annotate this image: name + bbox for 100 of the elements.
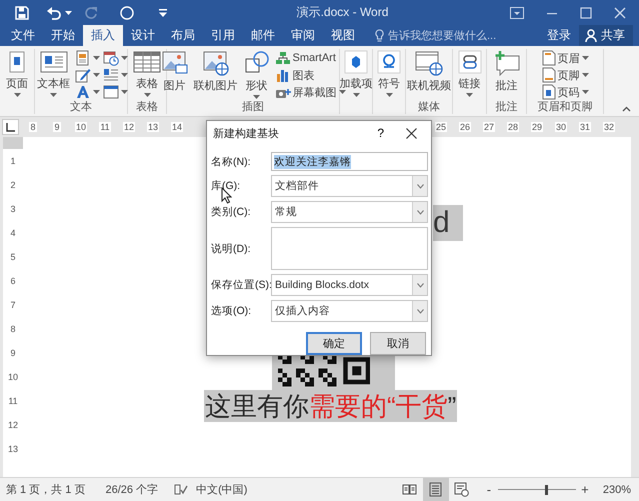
ruler-number: 9 — [53, 122, 60, 132]
ribbon-icon-button[interactable] — [74, 50, 101, 66]
ribbon-icon-button[interactable] — [102, 84, 129, 100]
ribbon-button[interactable]: 联机图片 — [192, 49, 240, 94]
view-button[interactable] — [422, 478, 449, 501]
slider-thumb[interactable] — [544, 484, 548, 494]
ruler-number: 28 — [506, 122, 519, 132]
circle-icon[interactable] — [120, 6, 134, 20]
maximize-icon[interactable] — [580, 6, 592, 18]
tell-me-field[interactable]: 告诉我您想要做什么... — [388, 30, 506, 42]
zoom-out-button[interactable]: - — [482, 482, 495, 497]
help-button[interactable]: ? — [377, 126, 384, 140]
wordart-icon — [75, 84, 91, 100]
ruler-number: 5 — [10, 252, 16, 262]
ribbon-tab[interactable]: 开始 — [43, 25, 83, 46]
document-text: d — [433, 205, 463, 241]
field-label: 类别(C): — [211, 205, 252, 219]
ruler-number: 1 — [10, 156, 16, 166]
dialog-button[interactable]: 确定 — [306, 332, 362, 355]
chart-icon — [274, 67, 290, 83]
smartart-icon — [274, 50, 290, 66]
zoom-level[interactable]: 230% — [602, 484, 631, 496]
picture-icon — [162, 50, 188, 76]
ruler-number: 14 — [170, 122, 183, 132]
header-icon — [542, 50, 556, 66]
page-number-icon — [542, 84, 556, 100]
ribbon-display-icon[interactable] — [510, 6, 524, 18]
dialog-button[interactable]: 取消 — [370, 332, 426, 355]
field-label: 名称(N): — [211, 154, 252, 168]
dialog-title: 新建构建基块 — [213, 126, 280, 140]
proofing-icon[interactable] — [174, 483, 188, 496]
ribbon-button[interactable]: 形状 — [242, 49, 272, 100]
ruler-number: 13 — [146, 122, 159, 132]
signature-icon — [75, 67, 91, 83]
field-label: 库(G): — [211, 179, 242, 193]
ribbon-icon-button[interactable] — [102, 67, 129, 83]
save-icon[interactable] — [15, 6, 29, 20]
group-label: 页眉和页脚 — [536, 100, 594, 114]
ribbon-tab[interactable]: 审阅 — [283, 25, 323, 46]
ruler-number: 2 — [10, 180, 16, 190]
ribbon-button[interactable]: 页面 — [3, 49, 31, 98]
ruler-number: 10 — [8, 372, 18, 382]
undo-icon[interactable] — [47, 6, 61, 20]
field-label: 选项(O): — [211, 304, 252, 318]
group-label: 文本 — [69, 100, 93, 114]
ruler-number: 27 — [482, 122, 495, 132]
symbol-icon — [377, 50, 401, 74]
ruler-number: 7 — [10, 300, 16, 310]
ribbon-tab[interactable]: 视图 — [323, 25, 363, 46]
ribbon-button[interactable]: 页码 — [540, 84, 590, 100]
ribbon-button[interactable]: 表格 — [131, 49, 163, 98]
ribbon-button[interactable]: 批注 — [490, 49, 522, 94]
ruler-number: 10 — [74, 122, 87, 132]
ruler-number: 30 — [554, 122, 567, 132]
sign-in-link[interactable]: 登录 — [539, 25, 579, 46]
field-label: 保存位置(S): — [211, 278, 271, 292]
group-label: 表格 — [135, 100, 159, 114]
ribbon-icon-button[interactable] — [74, 84, 101, 100]
ribbon-tab[interactable]: 引用 — [203, 25, 243, 46]
ribbon-button[interactable]: 链接 — [456, 49, 484, 98]
ribbon-tab[interactable]: 邮件 — [243, 25, 283, 46]
ribbon-button[interactable]: 文本框 — [35, 49, 72, 98]
ribbon-tab[interactable]: 文件 — [3, 25, 43, 46]
dropdown-field[interactable]: Building Blocks.dotx — [271, 274, 428, 296]
online-video-icon — [415, 50, 443, 76]
ribbon-button[interactable]: 页脚 — [540, 67, 590, 83]
zoom-in-button[interactable]: + — [578, 482, 591, 497]
ruler-number: 11 — [8, 396, 18, 406]
dropdown-field[interactable]: 常规 — [271, 201, 428, 223]
ribbon-button[interactable]: 页眉 — [540, 50, 590, 66]
ruler-number: 9 — [10, 348, 16, 358]
comment-icon — [492, 50, 520, 76]
print-layout-icon — [428, 482, 444, 497]
ruler-number: 8 — [29, 122, 36, 132]
group-label: 媒体 — [417, 100, 441, 114]
ribbon-icon-button[interactable] — [74, 67, 101, 83]
dropdown-field[interactable]: 文档部件 — [271, 175, 428, 197]
document-text: 这里有你需要的“干货” — [204, 390, 458, 422]
ruler-number: 12 — [8, 420, 18, 430]
ruler-number: 11 — [99, 122, 111, 132]
ruler-number: 8 — [10, 324, 16, 334]
dropdown-field[interactable]: 仅插入内容 — [271, 300, 428, 322]
person-icon — [585, 29, 598, 42]
ruler-number: 13 — [8, 444, 18, 454]
share-button[interactable]: 共享 — [579, 25, 633, 46]
text-field[interactable]: 欢迎关注李嘉锵 — [271, 152, 428, 171]
ribbon-tab[interactable]: 插入 — [83, 25, 123, 46]
collapse-ribbon-icon[interactable] — [622, 106, 631, 112]
customize-icon[interactable] — [159, 8, 167, 16]
ribbon-tab[interactable]: 设计 — [123, 25, 163, 46]
close-icon[interactable] — [406, 128, 417, 138]
ruler-number: 32 — [602, 122, 615, 132]
ribbon-tab[interactable]: 布局 — [163, 25, 203, 46]
ribbon-button[interactable]: 联机视频 — [405, 49, 453, 94]
window-title: 演示.docx - Word — [296, 4, 390, 21]
field-label: 说明(D): — [211, 242, 252, 256]
ribbon-icon-button[interactable] — [102, 50, 129, 66]
ribbon-button[interactable]: 符号 — [375, 49, 403, 98]
tab-selector[interactable] — [2, 119, 19, 135]
language-label: 中文(中国) — [196, 482, 248, 497]
